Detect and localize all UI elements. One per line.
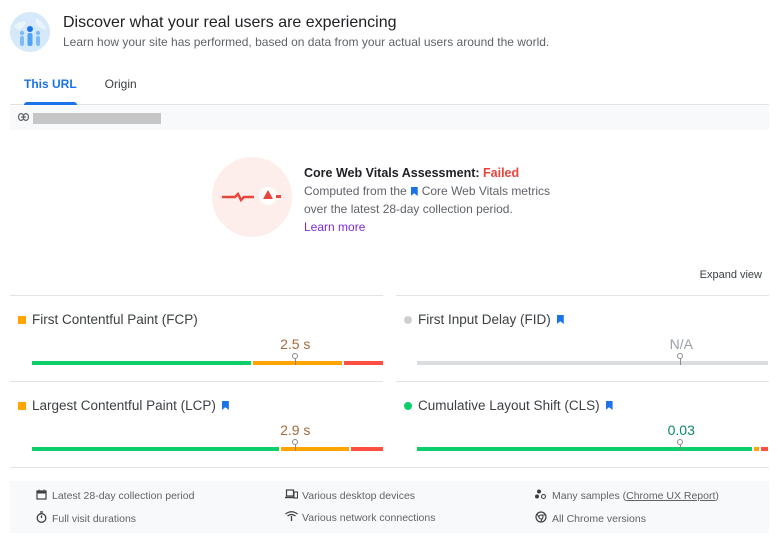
assessment-failed-illustration (212, 157, 292, 237)
url-text-redacted (33, 112, 161, 124)
learn-more-link[interactable]: Learn more (304, 220, 365, 234)
timer-icon (34, 511, 48, 526)
wifi-icon (284, 511, 298, 524)
core-web-vital-bookmark-icon (221, 401, 229, 410)
percentile-marker (292, 353, 299, 365)
distribution-segment-good (32, 361, 252, 365)
core-vitals-bookmark-icon (410, 187, 418, 196)
tab-this-url[interactable]: This URL (10, 70, 91, 105)
distribution-segment-poor (760, 447, 768, 451)
metric-name: Cumulative Layout Shift (CLS) (418, 398, 600, 413)
link-icon (18, 112, 32, 124)
users-globe-icon (10, 12, 50, 52)
core-web-vital-bookmark-icon (605, 401, 613, 410)
assessment-status: Failed (483, 166, 520, 180)
metric-distribution-bar (32, 353, 383, 365)
metric-value: N/A (669, 336, 693, 352)
tab-bar: This URL Origin (10, 70, 769, 105)
core-web-vital-bookmark-icon (556, 315, 564, 324)
assessment-title: Core Web Vitals Assessment: Failed (304, 166, 520, 180)
metric-name: First Input Delay (FID) (418, 312, 551, 327)
metric-name: Largest Contentful Paint (LCP) (32, 398, 216, 413)
page-subtitle: Learn how your site has performed, based… (63, 35, 550, 49)
footer-item-devices: Various desktop devices (284, 489, 415, 502)
metric-label: First Contentful Paint (FCP) (18, 312, 198, 327)
devices-icon (284, 489, 298, 502)
metric-distribution-bar (32, 439, 383, 451)
metric-distribution-bar (417, 353, 768, 365)
percentile-marker (677, 353, 684, 365)
metric-status-indicator-icon (404, 315, 412, 324)
metric-name: First Contentful Paint (FCP) (32, 312, 198, 327)
assessment-line-1: Computed from the Core Web Vitals metrics (304, 184, 550, 198)
metric-label: Largest Contentful Paint (LCP) (18, 398, 229, 413)
page-header: Discover what your real users are experi… (10, 12, 549, 52)
metric-value: 0.03 (667, 422, 695, 438)
footer-item-durations: Full visit durations (34, 511, 136, 526)
assessment-line-2: over the latest 28-day collection period… (304, 202, 513, 216)
tab-origin[interactable]: Origin (91, 70, 151, 104)
distribution-segment-good (417, 447, 752, 451)
metric-status-indicator-icon (404, 401, 412, 410)
url-bar (10, 106, 769, 130)
collection-info-footer: Latest 28-day collection period Various … (10, 481, 769, 533)
metric-label: First Input Delay (FID) (404, 312, 564, 327)
metric-distribution-bar (417, 439, 768, 451)
metric-fid[interactable]: First Input Delay (FID) N/A (396, 295, 769, 381)
footer-item-samples: Many samples (Chrome UX Report) (534, 489, 719, 503)
chrome-icon (534, 511, 548, 526)
metric-cls[interactable]: Cumulative Layout Shift (CLS) 0.03 (396, 381, 769, 467)
distribution-segment-poor (344, 361, 383, 365)
distribution-segment-good (32, 447, 280, 451)
metric-status-indicator-icon (18, 315, 26, 324)
distribution-segment-no-data (417, 361, 768, 365)
samples-icon (534, 489, 548, 503)
percentile-marker (292, 439, 299, 451)
chrome-ux-report-link[interactable]: Chrome UX Report (626, 490, 715, 502)
divider (10, 467, 769, 468)
expand-view-button[interactable]: Expand view (700, 269, 762, 281)
metric-fcp[interactable]: First Contentful Paint (FCP) 2.5 s (10, 295, 383, 381)
page-title: Discover what your real users are experi… (63, 14, 397, 31)
cwv-assessment: Core Web Vitals Assessment: Failed Compu… (212, 157, 550, 237)
footer-item-chrome: All Chrome versions (534, 511, 646, 526)
distribution-segment-poor (351, 447, 383, 451)
percentile-marker (677, 439, 684, 451)
footer-item-network: Various network connections (284, 511, 435, 524)
footer-item-period: Latest 28-day collection period (34, 489, 194, 503)
metric-lcp[interactable]: Largest Contentful Paint (LCP) 2.9 s (10, 381, 383, 467)
metric-value: 2.9 s (280, 422, 311, 438)
metric-label: Cumulative Layout Shift (CLS) (404, 398, 613, 413)
metric-value: 2.5 s (280, 336, 311, 352)
calendar-icon (34, 489, 48, 503)
distribution-segment-needs-improvement (753, 447, 759, 451)
metric-status-indicator-icon (18, 401, 26, 410)
